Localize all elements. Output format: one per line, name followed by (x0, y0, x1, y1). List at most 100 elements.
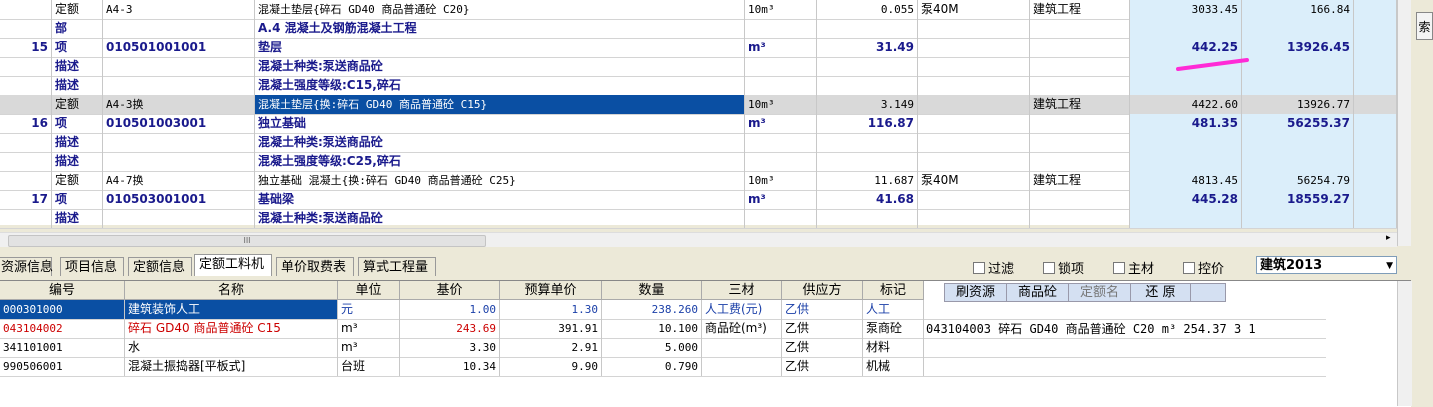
bill-cell-name[interactable]: 独立基础 (255, 114, 745, 133)
bill-cell-seq[interactable] (0, 133, 52, 152)
material-cell-base[interactable]: 1.00 (400, 300, 500, 319)
bill-cell-price[interactable] (1130, 209, 1242, 228)
material-cell-unit[interactable]: 元 (338, 300, 400, 319)
column-header-qty[interactable]: 数量 (602, 281, 702, 300)
bill-cell-unit[interactable] (745, 152, 817, 171)
bill-cell-total[interactable]: 13926.77 (1242, 95, 1354, 114)
bill-row[interactable]: 描述 混凝土强度等级:C15,碎石 (0, 76, 1397, 96)
bill-cell-total[interactable]: 18559.27 (1242, 190, 1354, 209)
material-cell-base[interactable]: 243.69 (400, 319, 500, 338)
bill-row[interactable]: 15 项 010501001001 垫层 m³ 31.49 442.25 13926.45 (0, 38, 1397, 58)
material-cell-qty[interactable]: 5.000 (602, 338, 702, 357)
material-cell-qty[interactable]: 10.100 (602, 319, 702, 338)
material-cell-qty[interactable]: 0.790 (602, 357, 702, 376)
bill-cell-name[interactable]: A.4 混凝土及钢筋混凝土工程 (255, 19, 745, 38)
bill-cell-pad[interactable] (1354, 0, 1397, 19)
bill-cell-cat[interactable] (1030, 209, 1130, 228)
bill-cell-pad[interactable] (1354, 76, 1397, 95)
bill-cell-cat[interactable] (1030, 38, 1130, 57)
bill-cell-price[interactable] (1130, 76, 1242, 95)
bill-cell-name[interactable]: 混凝土垫层{碎石 GD40 商品普通砼 C20} (255, 0, 745, 19)
bill-cell-code[interactable]: A4-7换 (103, 171, 255, 190)
bill-row[interactable]: 17 项 010503001001 基础梁 m³ 41.68 445.28 18559.27 (0, 190, 1397, 210)
bill-cell-cat[interactable] (1030, 57, 1130, 76)
tab-project-info[interactable]: 项目信息 (60, 257, 124, 276)
material-row[interactable]: 000301000 建筑装饰人工元 1.00 1.30 238.260 人工费(元) 乙供人… (0, 300, 1326, 320)
material-cell-code[interactable]: 341101001 (0, 338, 125, 357)
bill-cell-seq[interactable] (0, 0, 52, 19)
bill-cell-code[interactable] (103, 76, 255, 95)
tab-formula-quantity[interactable]: 算式工程量 (358, 257, 436, 276)
bill-cell-qty[interactable] (817, 76, 918, 95)
material-cell-name[interactable]: 建筑装饰人工 (125, 300, 338, 319)
material-cell-name[interactable]: 水 (125, 338, 338, 357)
bill-cell-pad[interactable] (1354, 19, 1397, 38)
bill-cell-name[interactable]: 混凝土强度等级:C15,碎石 (255, 76, 745, 95)
bill-cell-seq[interactable] (0, 19, 52, 38)
bill-cell-unit[interactable] (745, 19, 817, 38)
bill-cell-price[interactable]: 3033.45 (1130, 0, 1242, 19)
bill-cell-pad[interactable] (1354, 95, 1397, 114)
bill-cell-seq[interactable] (0, 57, 52, 76)
bill-row[interactable]: 16 项 010501003001 独立基础 m³ 116.87 481.35 56255.3… (0, 114, 1397, 134)
bill-row[interactable]: 定额 A4-3 混凝土垫层{碎石 GD40 商品普通砼 C20} 10m³ 0.055 泵… (0, 0, 1397, 20)
bill-cell-cat[interactable]: 建筑工程 (1030, 0, 1130, 19)
scroll-right-arrow-icon[interactable]: ▸ (1386, 233, 1391, 243)
standard-select[interactable]: 建筑2013 ▼ (1256, 256, 1397, 274)
commercial-concrete-button[interactable]: 商品砼 (1007, 284, 1069, 301)
material-cell-qty[interactable]: 238.260 (602, 300, 702, 319)
bill-cell-name[interactable]: 基础梁 (255, 190, 745, 209)
bill-cell-seq[interactable] (0, 209, 52, 228)
material-cell-mat[interactable] (702, 338, 782, 357)
bill-cell-total[interactable]: 56255.37 (1242, 114, 1354, 133)
bill-cell-pad[interactable] (1354, 38, 1397, 57)
material-cell-supplier[interactable]: 乙供 (782, 338, 863, 357)
refresh-resource-button[interactable]: 刷资源 (945, 284, 1007, 301)
bill-cell-name[interactable]: 混凝土种类:泵送商品砼 (255, 57, 745, 76)
bill-cell-price[interactable] (1130, 19, 1242, 38)
bill-cell-seq[interactable] (0, 152, 52, 171)
bill-cell-qty[interactable]: 116.87 (817, 114, 918, 133)
material-cell-mat[interactable]: 人工费(元) (702, 300, 782, 319)
bill-cell-total[interactable] (1242, 76, 1354, 95)
material-cell-unit[interactable]: m³ (338, 319, 400, 338)
bill-cell-pad[interactable] (1354, 171, 1397, 190)
bottom-vertical-scrollbar[interactable] (1397, 281, 1412, 406)
bill-cell-qty[interactable]: 0.055 (817, 0, 918, 19)
bill-cell-price[interactable]: 4422.60 (1130, 95, 1242, 114)
bill-cell-cat[interactable] (1030, 76, 1130, 95)
material-cell-base[interactable]: 3.30 (400, 338, 500, 357)
column-header-supplier[interactable]: 供应方 (782, 281, 863, 300)
bill-cell-qty[interactable]: 31.49 (817, 38, 918, 57)
bill-cell-extra[interactable] (918, 38, 1030, 57)
bill-cell-code[interactable] (103, 152, 255, 171)
bill-cell-extra[interactable]: 泵40M (918, 171, 1030, 190)
bill-cell-name[interactable]: 混凝土垫层{换:碎石 GD40 商品普通砼 C15} (255, 95, 745, 114)
bill-cell-seq[interactable] (0, 76, 52, 95)
bill-cell-pad[interactable] (1354, 209, 1397, 228)
tab-unit-price-fees[interactable]: 单价取费表 (276, 257, 354, 276)
material-cell-mark[interactable]: 人工 (863, 300, 924, 319)
side-search-button[interactable]: 索 (1416, 12, 1433, 40)
bill-cell-code[interactable] (103, 57, 255, 76)
column-header-mark[interactable]: 标记 (863, 281, 924, 300)
bill-cell-qty[interactable] (817, 133, 918, 152)
column-header-mat[interactable]: 三材 (702, 281, 782, 300)
bill-cell-extra[interactable]: 泵40M (918, 0, 1030, 19)
bill-cell-total[interactable]: 56254.79 (1242, 171, 1354, 190)
material-row[interactable]: 990506001 混凝土振捣器[平板式] 台班 10.34 9.90 0.790 乙供 机械 (0, 357, 1326, 377)
bill-cell-type[interactable]: 项 (52, 114, 103, 133)
quota-name-button[interactable]: 定额名 (1069, 284, 1131, 301)
material-cell-budget[interactable]: 9.90 (500, 357, 602, 376)
tab-quota-materials[interactable]: 定额工料机 (194, 254, 272, 276)
bill-cell-cat[interactable] (1030, 152, 1130, 171)
bill-cell-extra[interactable] (918, 57, 1030, 76)
bill-cell-qty[interactable] (817, 19, 918, 38)
bill-row[interactable]: 定额 A4-7换 独立基础 混凝土{换:碎石 GD40 商品普通砼 C25} 10m³… (0, 171, 1397, 191)
bill-cell-cat[interactable] (1030, 190, 1130, 209)
bill-cell-type[interactable]: 描述 (52, 152, 103, 171)
bill-cell-qty[interactable]: 41.68 (817, 190, 918, 209)
material-cell-mark[interactable]: 材料 (863, 338, 924, 357)
bill-cell-unit[interactable] (745, 133, 817, 152)
bill-cell-seq[interactable] (0, 95, 52, 114)
